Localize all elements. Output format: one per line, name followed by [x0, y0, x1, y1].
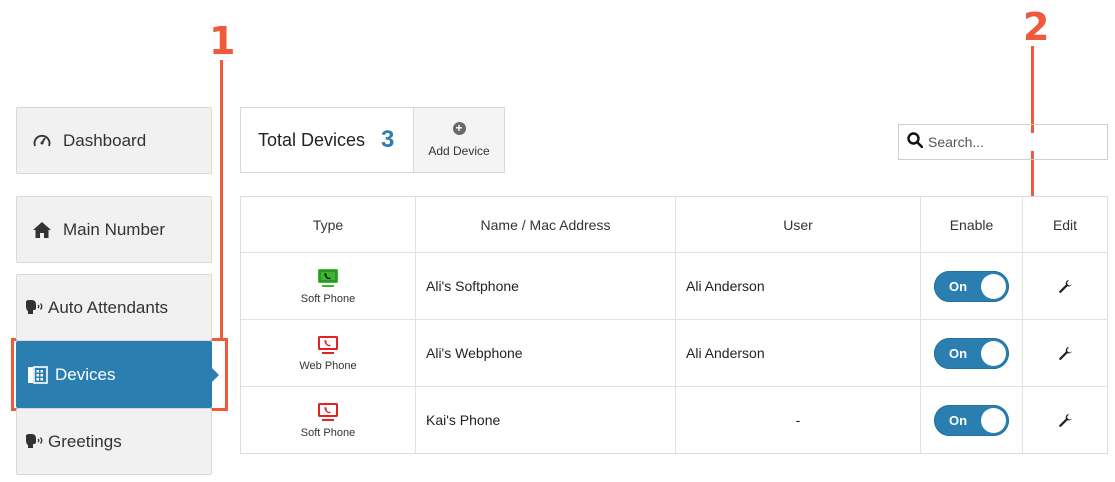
- enable-toggle[interactable]: On: [934, 337, 1009, 369]
- toggle-label: On: [949, 412, 968, 428]
- column-header-name[interactable]: Name / Mac Address: [415, 197, 675, 252]
- device-type-label: Soft Phone: [300, 292, 356, 305]
- edit-cell: [1022, 253, 1107, 319]
- sidebar-item-label: Greetings: [48, 431, 122, 451]
- device-user: -: [675, 387, 920, 453]
- wrench-icon[interactable]: [1058, 346, 1073, 361]
- toggle-knob: [981, 273, 1006, 299]
- column-header-edit: Edit: [1022, 197, 1107, 252]
- webphone-icon: [318, 335, 338, 354]
- enable-toggle[interactable]: On: [934, 404, 1009, 436]
- device-type-label: Soft Phone: [300, 426, 356, 439]
- enable-cell: On: [920, 320, 1022, 386]
- total-devices-summary: Total Devices 3: [240, 107, 414, 173]
- total-devices-count: 3: [381, 126, 395, 153]
- column-header-enable: Enable: [920, 197, 1022, 252]
- wrench-icon[interactable]: [1058, 279, 1073, 294]
- enable-cell: On: [920, 253, 1022, 319]
- device-name: Ali's Webphone: [415, 320, 675, 386]
- sidebar-item-devices[interactable]: Devices: [16, 341, 219, 408]
- dashboard-gauge-icon: [25, 132, 59, 150]
- device-user: Ali Anderson: [675, 320, 920, 386]
- sidebar-item-label: Auto Attendants: [48, 297, 169, 317]
- device-user: Ali Anderson: [675, 253, 920, 319]
- search-icon: [907, 131, 924, 153]
- toggle-knob: [981, 340, 1006, 366]
- column-header-type[interactable]: Type: [241, 197, 415, 252]
- search-input[interactable]: [926, 133, 1100, 151]
- toggle-label: On: [949, 345, 968, 361]
- sidebar-item-label: Devices: [55, 364, 116, 384]
- annotation-line-1: [220, 60, 223, 340]
- table-row[interactable]: Soft Phone Kai's Phone - On: [241, 386, 1107, 453]
- total-devices-label: Total Devices: [258, 129, 366, 150]
- edit-cell: [1022, 320, 1107, 386]
- edit-cell: [1022, 387, 1107, 453]
- speaking-head-icon: [23, 433, 45, 450]
- add-device-label: Add Device: [428, 144, 490, 158]
- table-row[interactable]: Soft Phone Ali's Softphone Ali Anderson …: [241, 252, 1107, 319]
- device-type-cell: Web Phone: [241, 320, 415, 386]
- device-type-cell: Soft Phone: [241, 253, 415, 319]
- sidebar-item-label: Main Number: [63, 219, 166, 239]
- plus-circle-icon: +: [452, 122, 466, 135]
- sidebar-item-auto-attendants[interactable]: Auto Attendants: [16, 274, 212, 341]
- enable-cell: On: [920, 387, 1022, 453]
- column-header-user[interactable]: User: [675, 197, 920, 252]
- softphone-icon: [318, 402, 338, 421]
- home-icon: [25, 221, 59, 239]
- speaking-head-icon: [23, 299, 45, 316]
- phone-device-icon: [27, 365, 49, 384]
- table-header-row: Type Name / Mac Address User Enable Edit: [241, 197, 1107, 252]
- enable-toggle[interactable]: On: [934, 270, 1009, 302]
- toggle-knob: [981, 407, 1006, 433]
- device-type-cell: Soft Phone: [241, 387, 415, 453]
- device-name: Ali's Softphone: [415, 253, 675, 319]
- device-type-label: Web Phone: [299, 359, 357, 372]
- add-device-button[interactable]: + Add Device: [413, 107, 505, 173]
- annotation-number-2: 2: [1023, 5, 1050, 49]
- sidebar-item-main-number[interactable]: Main Number: [16, 196, 212, 263]
- devices-table: Type Name / Mac Address User Enable Edit…: [240, 196, 1108, 454]
- search-box: [898, 124, 1108, 160]
- sidebar-item-label: Dashboard: [63, 130, 147, 150]
- wrench-icon[interactable]: [1058, 413, 1073, 428]
- softphone-icon: [318, 268, 338, 287]
- toggle-label: On: [949, 278, 968, 294]
- device-name: Kai's Phone: [415, 387, 675, 453]
- table-row[interactable]: Web Phone Ali's Webphone Ali Anderson On: [241, 319, 1107, 386]
- sidebar-item-greetings[interactable]: Greetings: [16, 408, 212, 475]
- sidebar-item-dashboard[interactable]: Dashboard: [16, 107, 212, 174]
- annotation-number-1: 1: [209, 19, 236, 63]
